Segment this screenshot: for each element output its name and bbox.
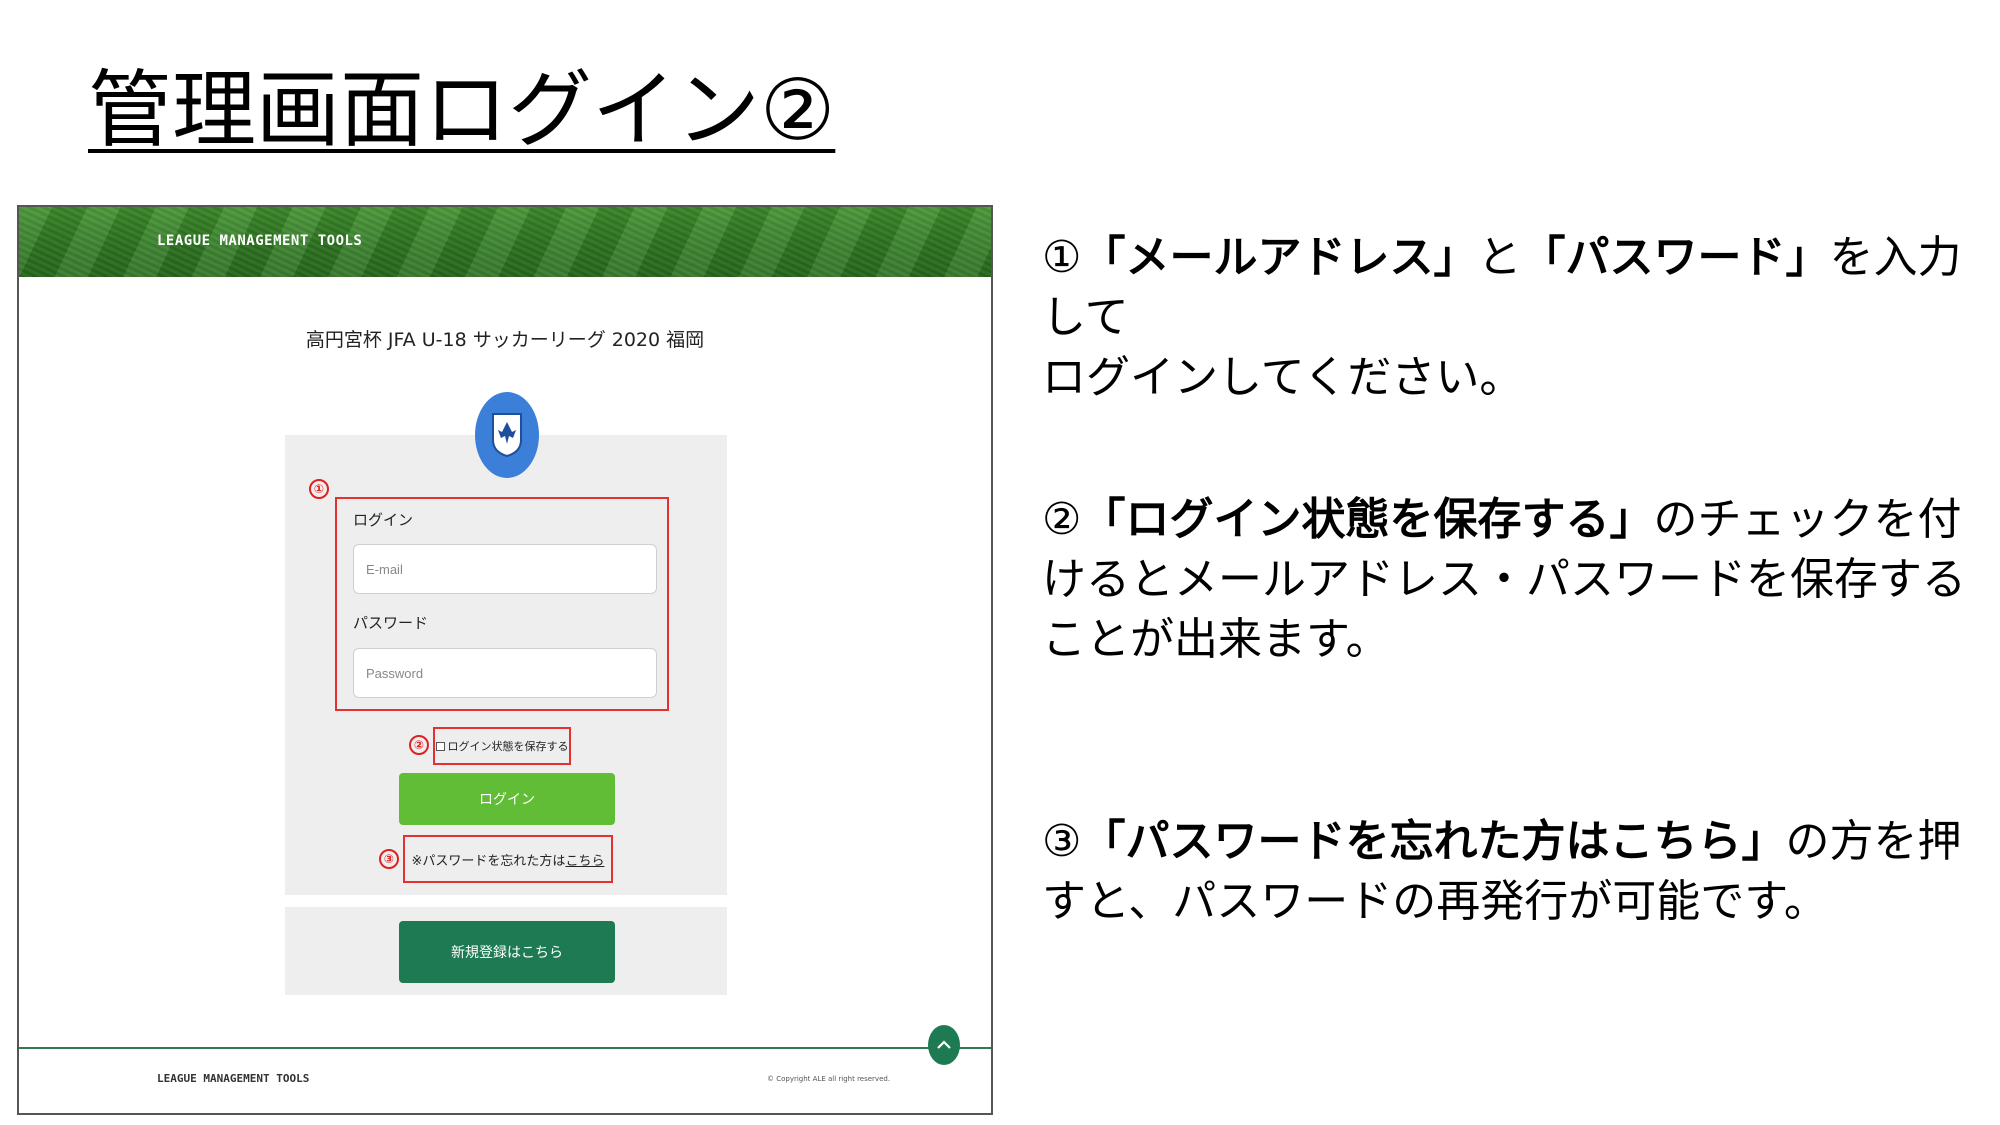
instruction-3-line-2: すと、パスワードの再発行が可能です。 xyxy=(1042,876,1828,927)
login-screen-screenshot: LEAGUE MANAGEMENT TOOLS 高円宮杯 JFA U-18 サッ… xyxy=(17,205,993,1115)
instruction-2-number: ② xyxy=(1042,494,1082,545)
header-brand[interactable]: LEAGUE MANAGEMENT TOOLS xyxy=(157,233,362,249)
instruction-2-line-2: けるとメールアドレス・パスワードを保存する xyxy=(1042,554,1966,605)
callout-number-3: ③ xyxy=(379,849,399,869)
login-button[interactable]: ログイン xyxy=(399,773,615,825)
chevron-up-icon[interactable] xyxy=(928,1025,960,1065)
instruction-1: ①「メールアドレス」と「パスワード」を入力して ログインしてください。 xyxy=(1042,228,1992,408)
instruction-3-line-1: ③「パスワードを忘れた方はこちら」の方を押 xyxy=(1042,812,1992,872)
callout-number-1: ① xyxy=(309,479,329,499)
instruction-1-number: ① xyxy=(1042,232,1082,283)
remember-login-checkbox[interactable]: ログイン状態を保存する xyxy=(433,727,571,765)
remember-label: ログイン状態を保存する xyxy=(447,740,569,753)
forgot-password-box: ※パスワードを忘れた方は こちら xyxy=(403,835,613,883)
password-label: パスワード xyxy=(353,614,429,632)
instruction-2-term: 「ログイン状態を保存する」 xyxy=(1081,494,1654,545)
site-header: LEAGUE MANAGEMENT TOOLS xyxy=(19,207,991,277)
register-button[interactable]: 新規登録はこちら xyxy=(399,921,615,983)
copyright-text: © Copyright ALE all right reserved. xyxy=(767,1075,891,1083)
instruction-3: ③「パスワードを忘れた方はこちら」の方を押 すと、パスワードの再発行が可能です。 xyxy=(1042,812,1992,932)
instruction-2: ②「ログイン状態を保存する」のチェックを付 けるとメールアドレス・パスワードを保… xyxy=(1042,490,1992,670)
email-input[interactable]: E-mail xyxy=(353,544,657,594)
instruction-2-rest: のチェックを付 xyxy=(1653,494,1962,545)
password-input[interactable]: Password xyxy=(353,648,657,698)
instruction-3-rest: の方を押 xyxy=(1785,816,1962,867)
footer-brand: LEAGUE MANAGEMENT TOOLS xyxy=(157,1072,310,1085)
forgot-password-link[interactable]: こちら xyxy=(565,850,604,869)
instruction-1-conjunction: と xyxy=(1477,232,1522,283)
callout-number-2: ② xyxy=(409,735,429,755)
instruction-1-line-2: ログインしてください。 xyxy=(1042,352,1524,403)
instruction-2-line-3: ことが出来ます。 xyxy=(1042,614,1390,665)
instruction-1-line-1: ①「メールアドレス」と「パスワード」を入力して xyxy=(1042,228,1992,348)
league-name: 高円宮杯 JFA U-18 サッカーリーグ 2020 福岡 xyxy=(305,329,705,351)
footer-divider xyxy=(19,1047,991,1049)
instruction-1-email-term: 「メールアドレス」 xyxy=(1081,232,1478,283)
forgot-password-text: ※パスワードを忘れた方は xyxy=(411,853,566,869)
instruction-3-term: 「パスワードを忘れた方はこちら」 xyxy=(1081,816,1786,867)
instruction-3-number: ③ xyxy=(1042,816,1082,867)
slide-title: 管理画面ログイン② xyxy=(88,61,836,159)
checkbox-icon[interactable] xyxy=(435,741,445,751)
login-label: ログイン xyxy=(353,511,414,529)
instruction-1-password-term: 「パスワード」 xyxy=(1521,232,1830,283)
jfa-crest-icon xyxy=(475,392,539,478)
instruction-2-line-1: ②「ログイン状態を保存する」のチェックを付 xyxy=(1042,490,1992,550)
